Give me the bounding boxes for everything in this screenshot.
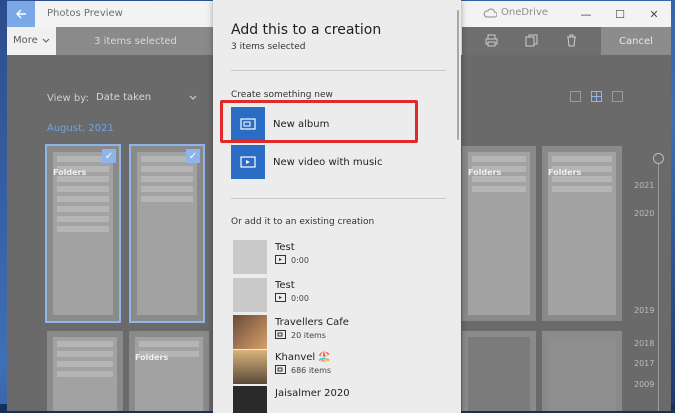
checkmark-icon[interactable]: ✓ (186, 149, 200, 163)
creation-thumbnail (233, 386, 267, 413)
video-icon (275, 255, 286, 266)
checkmark-icon[interactable]: ✓ (102, 149, 116, 163)
creation-meta: 0:00 (291, 256, 309, 265)
creation-thumbnail (233, 350, 267, 384)
creation-thumbnail (233, 278, 267, 312)
timeline-track[interactable] (658, 157, 659, 411)
onedrive-status[interactable]: OneDrive (483, 7, 548, 18)
creation-name: Jaisalmer 2020 (275, 388, 350, 399)
more-label: More (13, 35, 38, 46)
creation-meta: 686 items (291, 366, 332, 375)
creation-meta: 20 items (291, 331, 326, 340)
create-section-label: Create something new (231, 90, 333, 100)
thumbnail-caption: Folders (53, 168, 87, 177)
video-icon (275, 293, 286, 304)
onedrive-label: OneDrive (501, 7, 549, 18)
viewby-dropdown[interactable]: Date taken (96, 92, 197, 103)
action-toolbar (462, 27, 601, 55)
viewby-value: Date taken (96, 92, 152, 103)
selected-count: 3 items selected (56, 27, 215, 55)
photo-thumbnail[interactable]: ✓ (129, 144, 205, 323)
minimize-button[interactable]: — (569, 1, 603, 27)
copy-icon[interactable] (525, 32, 538, 51)
cancel-button[interactable]: Cancel (601, 27, 671, 55)
add-to-creation-flyout: Add this to a creation 3 items selected … (213, 0, 461, 413)
photo-thumbnail[interactable]: Folders (129, 331, 209, 411)
back-arrow-icon (16, 9, 26, 19)
creation-name: Travellers Cafe (275, 317, 349, 328)
creation-thumbnail (233, 315, 267, 349)
timeline-knob[interactable] (653, 153, 664, 164)
timeline-year[interactable]: 2017 (634, 359, 654, 368)
photo-thumbnail[interactable] (542, 331, 622, 411)
existing-section-label: Or add it to an existing creation (231, 217, 375, 227)
photo-thumbnail[interactable]: Folders (462, 146, 536, 321)
divider (231, 70, 446, 71)
cloud-icon (483, 8, 497, 17)
maximize-button[interactable]: ☐ (603, 1, 637, 27)
more-menu[interactable]: More (13, 35, 50, 46)
view-toggles (570, 91, 623, 102)
photo-thumbnail[interactable]: Folders ✓ (45, 144, 121, 323)
thumbnail-caption: Folders (468, 168, 502, 177)
window-controls: — ☐ ✕ (569, 1, 671, 27)
divider (231, 198, 446, 199)
viewby-label: View by: (47, 93, 89, 104)
small-view-icon[interactable] (612, 91, 623, 102)
video-icon (231, 145, 265, 179)
print-icon[interactable] (485, 32, 498, 51)
medium-view-icon[interactable] (591, 91, 602, 102)
existing-creation[interactable]: Test 0:00 (233, 278, 309, 312)
creation-name: Test (275, 242, 295, 253)
delete-icon[interactable] (565, 32, 578, 51)
creation-meta: 0:00 (291, 294, 309, 303)
highlight-box (220, 100, 418, 143)
large-view-icon[interactable] (570, 91, 581, 102)
thumbnail-caption: Folders (548, 168, 582, 177)
thumbnail-caption: Folders (135, 353, 169, 362)
timeline-year[interactable]: 2009 (634, 380, 654, 389)
new-video-label: New video with music (273, 156, 383, 168)
month-heading: August, 2021 (47, 123, 114, 134)
timeline-year[interactable]: 2018 (634, 339, 654, 348)
timeline-year[interactable]: 2020 (634, 209, 654, 218)
creation-name: Test (275, 280, 295, 291)
album-icon (275, 365, 286, 376)
photo-thumbnail[interactable] (462, 331, 536, 411)
creation-name: Khanvel 🏖️ (275, 352, 331, 363)
chevron-down-icon (42, 38, 50, 43)
flyout-scrollbar[interactable] (457, 10, 459, 140)
creation-thumbnail (233, 240, 267, 274)
existing-creation[interactable]: Jaisalmer 2020 (233, 386, 350, 413)
timeline-year[interactable]: 2021 (634, 181, 654, 190)
existing-creation[interactable]: Travellers Cafe 20 items (233, 315, 349, 349)
existing-creation[interactable]: Test 0:00 (233, 240, 309, 274)
new-video-option[interactable]: New video with music (231, 145, 421, 179)
flyout-title: Add this to a creation (231, 22, 382, 38)
timeline-year[interactable]: 2019 (634, 306, 654, 315)
close-button[interactable]: ✕ (637, 1, 671, 27)
photo-thumbnail[interactable] (47, 331, 123, 411)
chevron-down-icon (189, 95, 197, 100)
flyout-subtitle: 3 items selected (231, 42, 306, 52)
existing-creation[interactable]: Khanvel 🏖️ 686 items (233, 350, 331, 384)
album-icon (275, 330, 286, 341)
app-title: Photos Preview (47, 8, 123, 19)
photo-thumbnail[interactable]: Folders (542, 146, 622, 321)
back-button[interactable] (7, 1, 35, 27)
